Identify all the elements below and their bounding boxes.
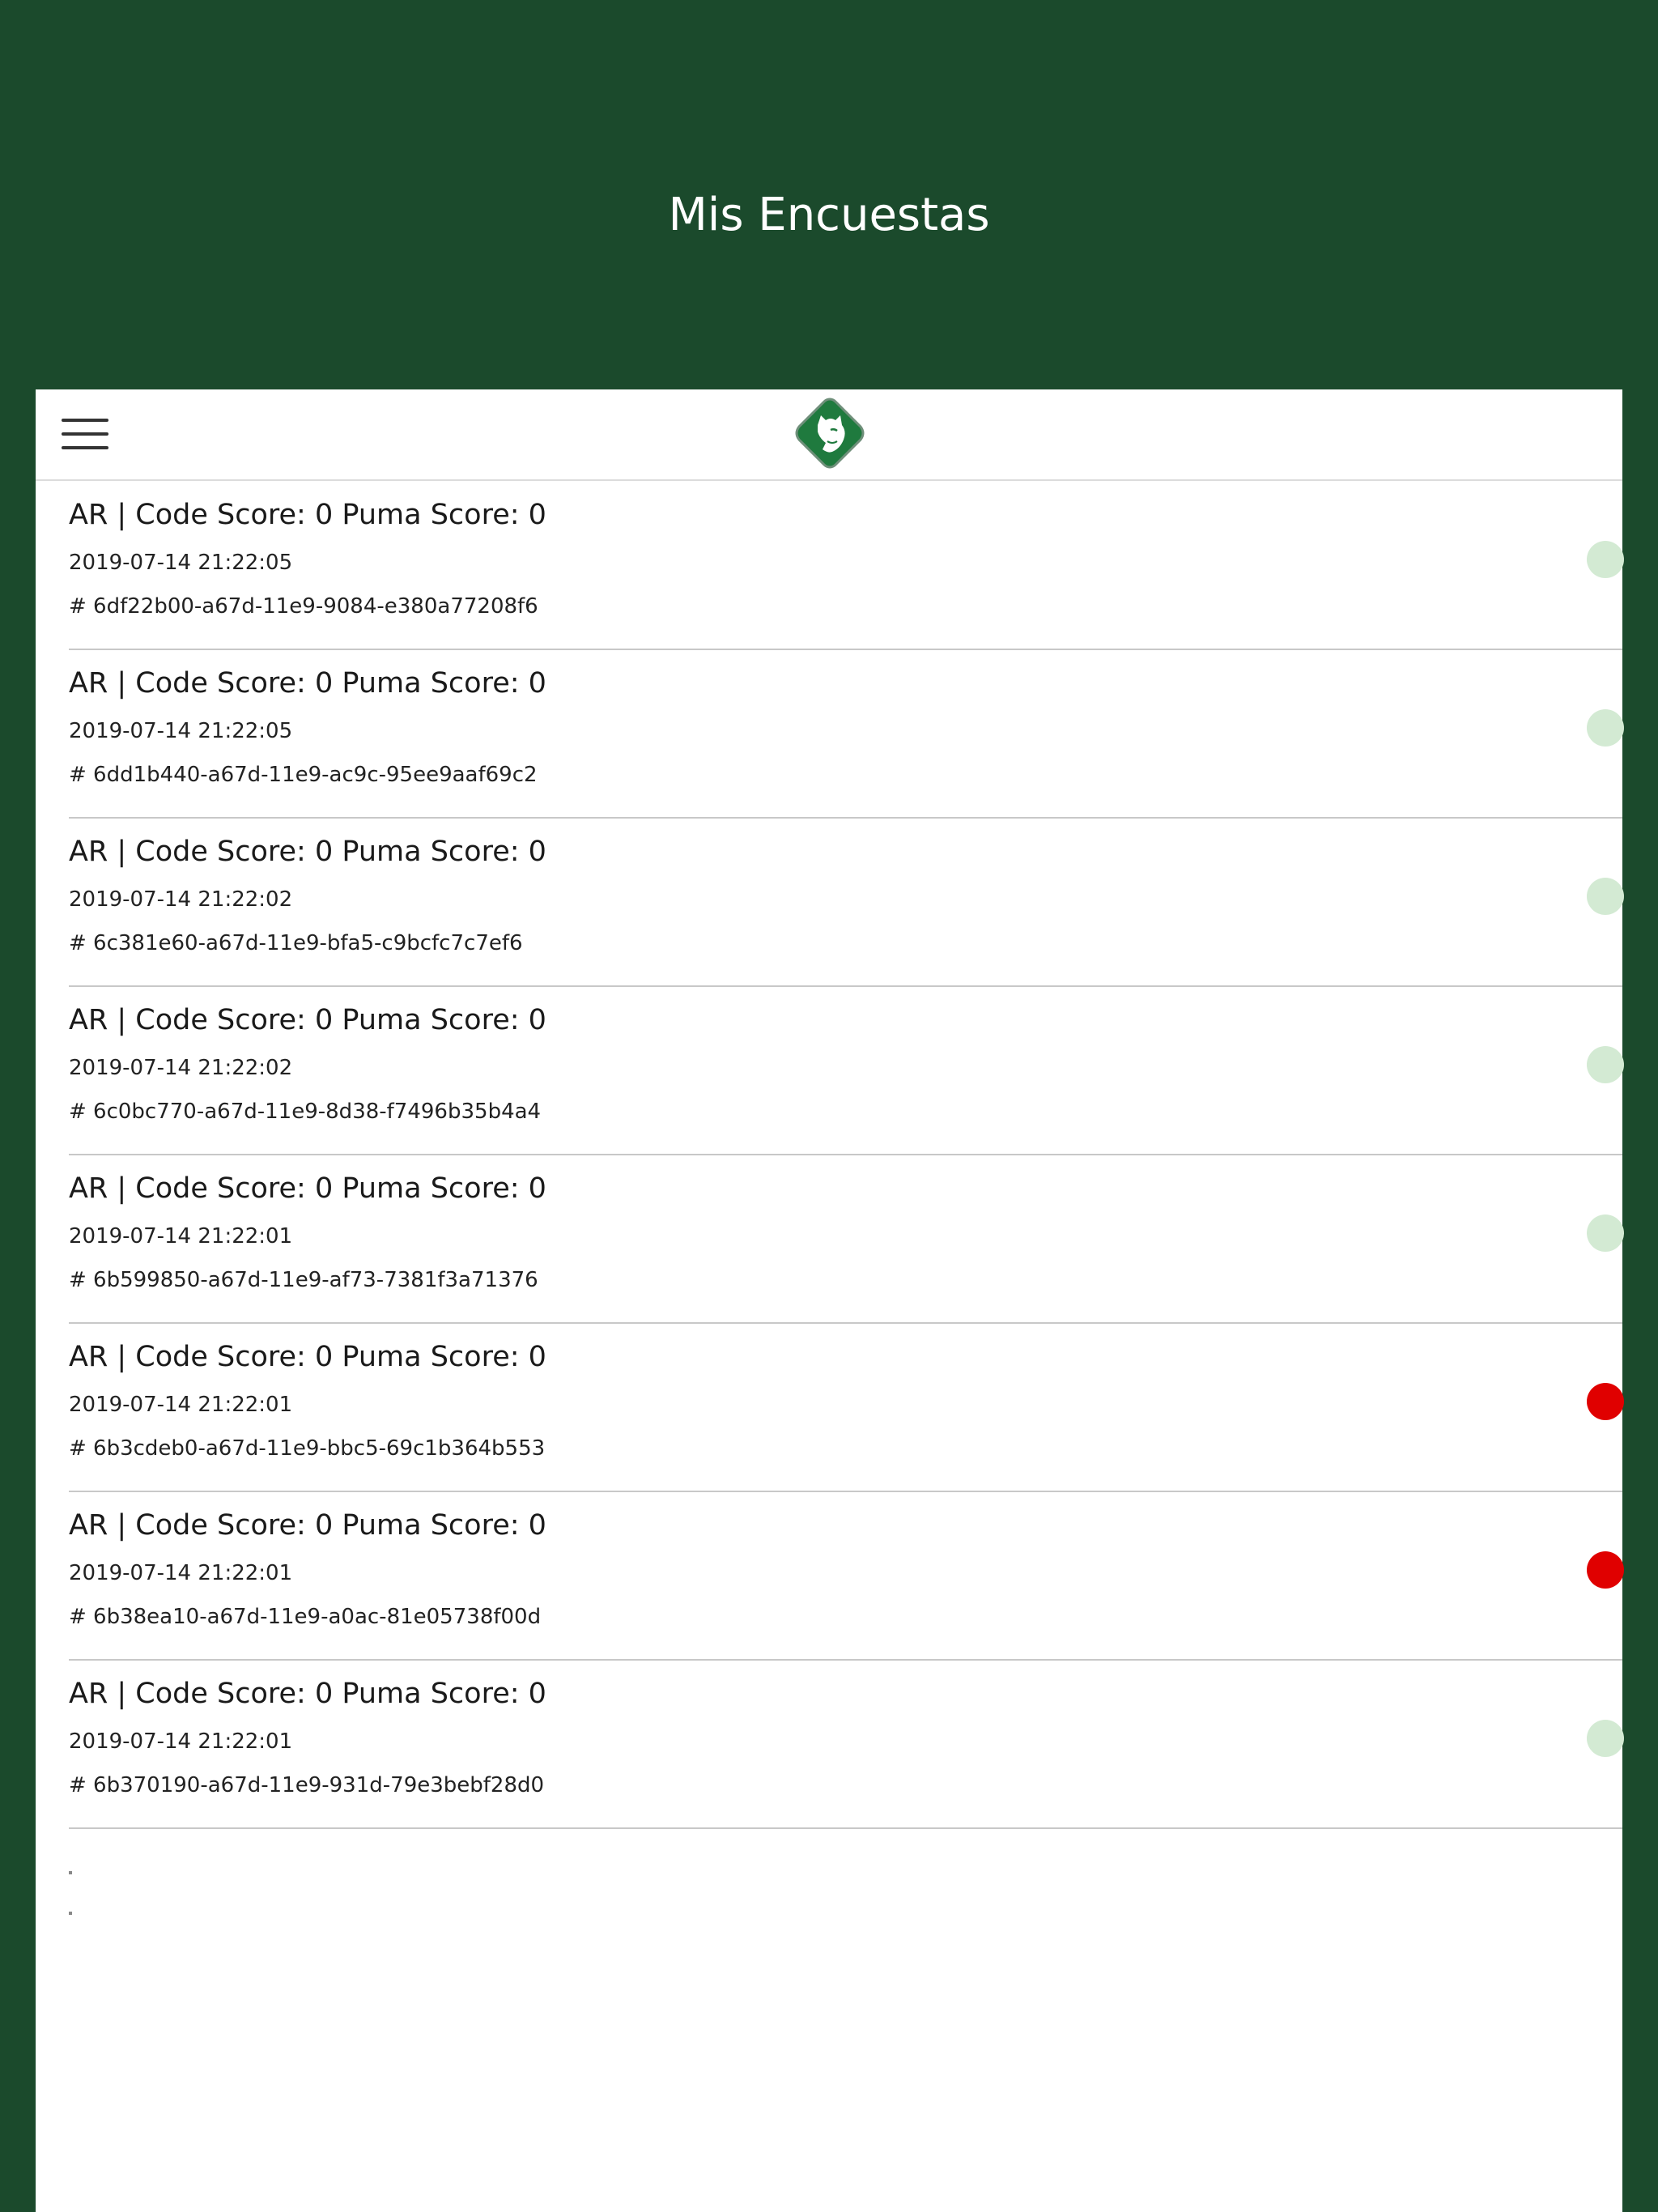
survey-list-item[interactable]: AR | Code Score: 0 Puma Score: 0 2019-07-… (69, 986, 1624, 1155)
status-dot-icon (1587, 1551, 1624, 1589)
status-dot-icon (1587, 1383, 1624, 1420)
status-dot-icon (1587, 1214, 1624, 1252)
survey-id: # 6c0bc770-a67d-11e9-8d38-f7496b35b4a4 (69, 1100, 542, 1124)
survey-id: # 6b599850-a67d-11e9-af73-7381f3a71376 (69, 1268, 538, 1292)
survey-date: 2019-07-14 21:22:01 (69, 1393, 293, 1417)
stray-mark (69, 1912, 72, 1915)
survey-title: AR | Code Score: 0 Puma Score: 0 (69, 1341, 546, 1373)
survey-id: # 6dd1b440-a67d-11e9-ac9c-95ee9aaf69c2 (69, 763, 538, 787)
survey-id: # 6b370190-a67d-11e9-931d-79e3bebf28d0 (69, 1773, 545, 1797)
survey-date: 2019-07-14 21:22:01 (69, 1729, 293, 1754)
toolbar (36, 389, 1622, 481)
survey-list-item[interactable]: AR | Code Score: 0 Puma Score: 0 2019-07-… (69, 481, 1624, 650)
survey-id: # 6df22b00-a67d-11e9-9084-e380a77208f6 (69, 594, 538, 619)
survey-title: AR | Code Score: 0 Puma Score: 0 (69, 667, 546, 700)
survey-list-item[interactable]: AR | Code Score: 0 Puma Score: 0 2019-07-… (69, 1491, 1624, 1661)
status-dot-icon (1587, 709, 1624, 747)
survey-title: AR | Code Score: 0 Puma Score: 0 (69, 1678, 546, 1710)
survey-list-item[interactable]: AR | Code Score: 0 Puma Score: 0 2019-07-… (69, 649, 1624, 819)
survey-date: 2019-07-14 21:22:02 (69, 887, 293, 912)
status-dot-icon (1587, 1720, 1624, 1757)
survey-date: 2019-07-14 21:22:01 (69, 1224, 293, 1249)
status-dot-icon (1587, 1046, 1624, 1083)
survey-id: # 6b3cdeb0-a67d-11e9-bbc5-69c1b364b553 (69, 1436, 546, 1461)
puma-logo-icon (795, 398, 865, 469)
survey-title: AR | Code Score: 0 Puma Score: 0 (69, 499, 546, 531)
survey-title: AR | Code Score: 0 Puma Score: 0 (69, 836, 546, 868)
survey-list-item[interactable]: AR | Code Score: 0 Puma Score: 0 2019-07-… (69, 1660, 1624, 1829)
survey-date: 2019-07-14 21:22:02 (69, 1056, 293, 1080)
status-dot-icon (1587, 878, 1624, 915)
survey-title: AR | Code Score: 0 Puma Score: 0 (69, 1172, 546, 1205)
page-title: Mis Encuestas (668, 189, 990, 241)
survey-date: 2019-07-14 21:22:01 (69, 1561, 293, 1585)
menu-button[interactable] (62, 415, 108, 453)
survey-title: AR | Code Score: 0 Puma Score: 0 (69, 1004, 546, 1036)
survey-title: AR | Code Score: 0 Puma Score: 0 (69, 1509, 546, 1542)
survey-id: # 6b38ea10-a67d-11e9-a0ac-81e05738f00d (69, 1605, 542, 1629)
survey-date: 2019-07-14 21:22:05 (69, 719, 293, 743)
content-panel: AR | Code Score: 0 Puma Score: 0 2019-07-… (36, 389, 1624, 2212)
status-dot-icon (1587, 541, 1624, 578)
survey-list-item[interactable]: AR | Code Score: 0 Puma Score: 0 2019-07-… (69, 1155, 1624, 1324)
survey-id: # 6c381e60-a67d-11e9-bfa5-c9bcfc7c7ef6 (69, 931, 523, 955)
stray-mark (69, 1871, 72, 1874)
survey-list-item[interactable]: AR | Code Score: 0 Puma Score: 0 2019-07-… (69, 818, 1624, 987)
survey-date: 2019-07-14 21:22:05 (69, 551, 293, 575)
survey-list-item[interactable]: AR | Code Score: 0 Puma Score: 0 2019-07-… (69, 1323, 1624, 1492)
